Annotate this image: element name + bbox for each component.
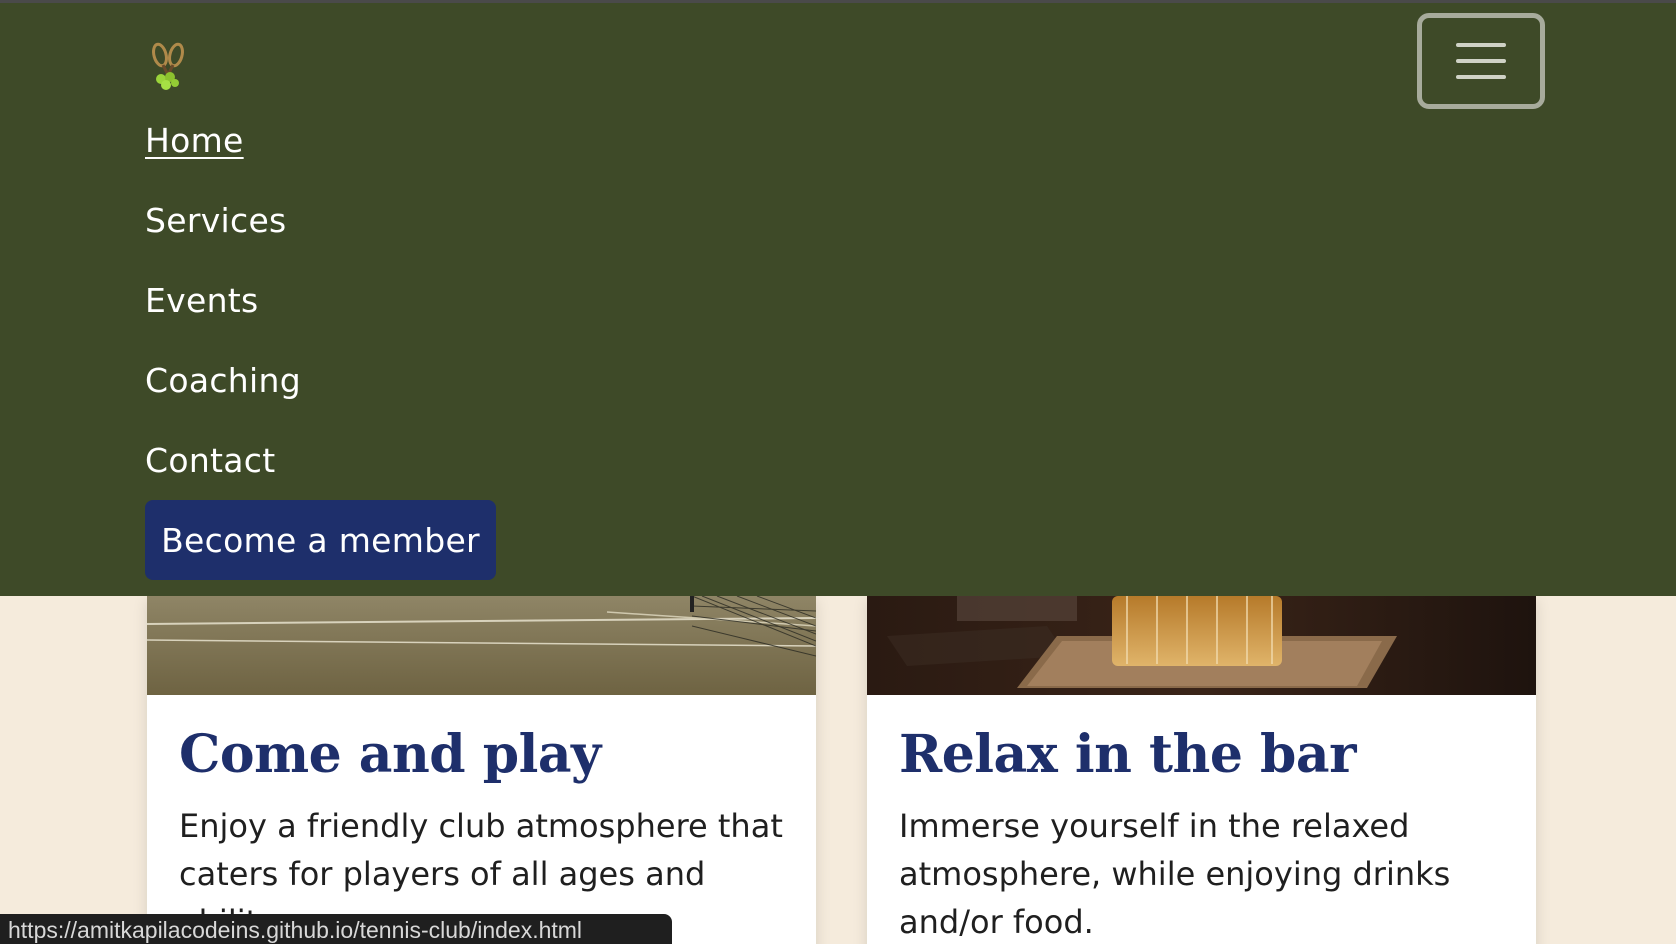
- card-title: Come and play: [179, 724, 601, 785]
- main-navbar: Home Services Events Coaching Contact Be…: [0, 3, 1676, 596]
- nav-menu: Home Services Events Coaching Contact: [145, 101, 301, 501]
- nav-link-contact[interactable]: Contact: [145, 421, 301, 501]
- navbar-toggler-button[interactable]: [1417, 13, 1545, 109]
- browser-status-url: https://amitkapilacodeins.github.io/tenn…: [0, 914, 672, 944]
- nav-link-services[interactable]: Services: [145, 181, 301, 261]
- hamburger-icon: [1456, 43, 1506, 79]
- nav-link-coaching[interactable]: Coaching: [145, 341, 301, 421]
- card-title: Relax in the bar: [899, 724, 1356, 785]
- card-come-and-play: Come and play Enjoy a friendly club atmo…: [147, 596, 816, 944]
- tennis-rackets-logo-icon[interactable]: [148, 41, 188, 91]
- card-text: Immerse yourself in the relaxed atmosphe…: [899, 807, 1451, 941]
- card-image-tennis-court: [147, 596, 816, 695]
- nav-link-home[interactable]: Home: [145, 101, 301, 181]
- page: Come and play Enjoy a friendly club atmo…: [0, 0, 1676, 944]
- card-image-bar-drink: [867, 596, 1536, 695]
- become-member-button[interactable]: Become a member: [145, 500, 496, 580]
- nav-link-events[interactable]: Events: [145, 261, 301, 341]
- card-relax-in-the-bar: Relax in the bar Immerse yourself in the…: [867, 596, 1536, 944]
